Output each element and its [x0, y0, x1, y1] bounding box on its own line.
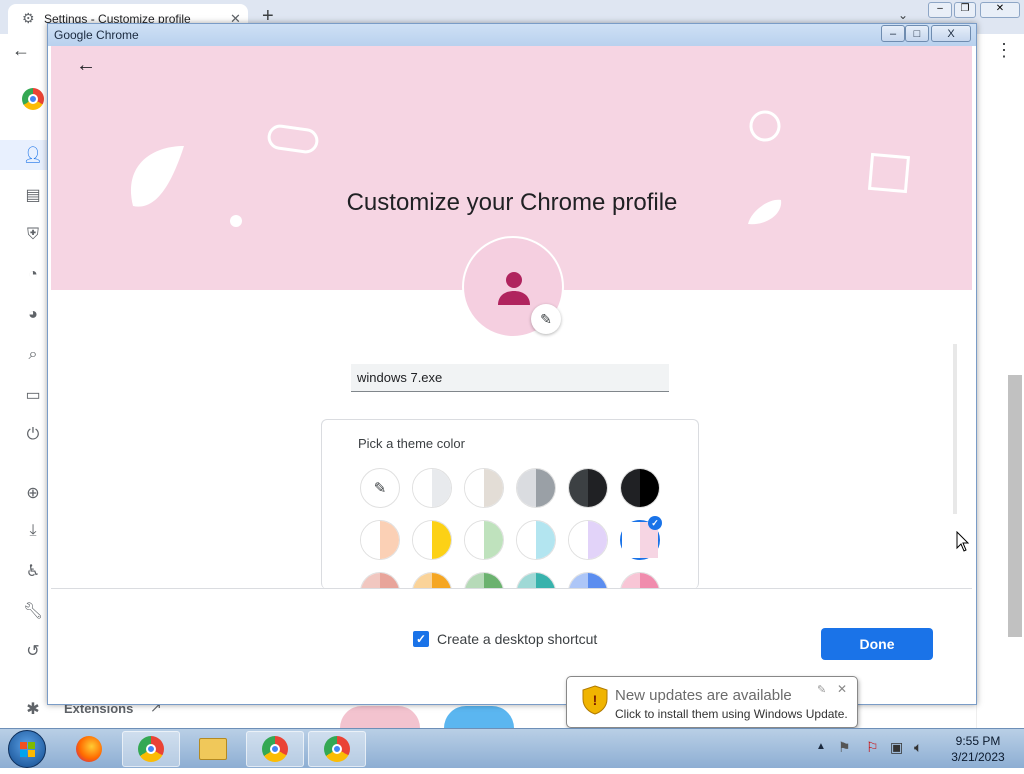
theme-color-swatch[interactable] [516, 468, 556, 508]
theme-color-swatch[interactable] [360, 572, 400, 589]
clock-date: 3/21/2023 [951, 750, 1005, 764]
extensions-puzzle-icon[interactable]: ✱ [22, 698, 44, 720]
shortcut-checkbox[interactable]: ✓ [413, 631, 429, 647]
download-icon[interactable]: ⤓ [22, 520, 44, 542]
custom-color-picker-swatch[interactable]: ✎ [360, 468, 400, 508]
background-avatar-fragment [340, 706, 420, 728]
chrome-icon [138, 736, 164, 762]
theme-color-swatch[interactable] [620, 468, 660, 508]
theme-color-swatch[interactable] [464, 572, 504, 589]
globe-icon[interactable]: ⊕ [22, 482, 44, 504]
shield-icon[interactable]: ⛨ [22, 224, 44, 246]
theme-color-swatch[interactable] [568, 520, 608, 560]
windows-taskbar: ▲ ⚑ ⚐ ▣ 🔈︎ 9:55 PM 3/21/2023 [0, 728, 1024, 768]
palette-icon[interactable]: ◕ [22, 304, 44, 326]
theme-color-picker: Pick a theme color ✎ ✓ [321, 419, 699, 589]
accessibility-icon[interactable]: ♿︎ [22, 560, 44, 582]
theme-color-swatch[interactable] [412, 572, 452, 589]
start-button[interactable] [8, 730, 46, 768]
eyedropper-icon: ✎ [373, 480, 387, 497]
desktop-shortcut-option[interactable]: ✓ Create a desktop shortcut [413, 631, 597, 647]
taskbar-firefox[interactable] [60, 731, 118, 767]
theme-color-label: Pick a theme color [358, 436, 465, 451]
svg-text:!: ! [593, 692, 598, 708]
dialog-maximize-button[interactable]: □ [905, 25, 929, 42]
settings-sidebar: 👤︎ ▤ ⛨ ◔ ◕ ⌕ ▭ ⏻ ⊕ ⤓ ♿︎ 🔧︎ ↺ ✱ [0, 70, 48, 730]
theme-color-swatch[interactable] [516, 520, 556, 560]
theme-color-swatch[interactable] [568, 572, 608, 589]
bg-close-button[interactable]: ✕ [980, 2, 1020, 18]
background-scrollbar[interactable] [1008, 375, 1022, 637]
theme-color-swatch[interactable] [412, 468, 452, 508]
done-button[interactable]: Done [821, 628, 933, 660]
page-title: Customize your Chrome profile [346, 189, 678, 216]
theme-color-swatch[interactable] [464, 520, 504, 560]
back-arrow-icon[interactable]: ← [76, 54, 96, 77]
options-wrench-icon[interactable]: ✎ [817, 683, 826, 696]
taskbar-chrome[interactable] [308, 731, 366, 767]
pencil-icon: ✎ [540, 310, 552, 327]
profile-name-input[interactable] [351, 364, 669, 392]
theme-color-swatch[interactable] [360, 520, 400, 560]
background-avatar-fragment [444, 706, 514, 728]
clipboard-icon[interactable]: ▤ [22, 184, 44, 206]
speedometer-icon[interactable]: ◔ [22, 264, 44, 286]
taskbar-file-explorer[interactable] [184, 731, 242, 767]
theme-color-swatch[interactable] [412, 520, 452, 560]
network-icon[interactable]: ▣ [890, 739, 903, 756]
windows-shield-icon: ! [582, 685, 608, 715]
chrome-icon [262, 736, 288, 762]
search-icon[interactable]: ⌕ [22, 344, 44, 366]
dialog-titlebar: Google Chrome – □ X [48, 24, 976, 46]
edit-avatar-button[interactable]: ✎ [531, 304, 561, 334]
browser-window-icon[interactable]: ▭ [22, 384, 44, 406]
theme-color-swatch[interactable]: ✓ [620, 516, 662, 560]
theme-color-swatch[interactable] [568, 468, 608, 508]
person-avatar-icon [498, 272, 530, 305]
theme-color-swatch[interactable] [516, 572, 556, 589]
folder-icon [199, 738, 227, 760]
dialog-scrollbar[interactable] [953, 344, 957, 514]
firefox-icon [76, 736, 102, 762]
wrench-icon[interactable]: 🔧︎ [22, 600, 44, 622]
close-notification-icon[interactable]: ✕ [837, 682, 847, 696]
selected-check-icon: ✓ [648, 516, 662, 530]
customize-profile-dialog: Google Chrome – □ X ← Customize your Chr… [47, 23, 977, 705]
notification-title: New updates are available [615, 687, 792, 704]
bg-minimize-button[interactable]: – [928, 2, 952, 18]
mouse-cursor-icon [956, 531, 970, 552]
clock-time: 9:55 PM [955, 734, 1001, 748]
windows-logo-icon [20, 742, 35, 757]
dialog-close-button[interactable]: X [931, 25, 971, 42]
windows-update-tray-icon[interactable]: ⚑ [838, 739, 851, 756]
person-icon[interactable]: 👤︎ [22, 144, 44, 166]
chrome-icon [324, 736, 350, 762]
history-icon[interactable]: ↺ [22, 640, 44, 662]
chrome-logo-icon [22, 88, 44, 110]
back-arrow-icon[interactable]: ← [12, 40, 30, 61]
checkmark-icon: ✓ [415, 632, 427, 646]
power-icon[interactable]: ⏻ [22, 424, 44, 446]
theme-color-swatch[interactable] [620, 572, 660, 589]
windows-update-notification[interactable]: ! New updates are available Click to ins… [566, 676, 858, 728]
settings-gear-icon: ⚙ [22, 10, 35, 26]
menu-kebab-icon[interactable]: ⋮ [995, 40, 1013, 61]
tab-search-icon[interactable]: ⌄ [898, 8, 908, 22]
clock[interactable]: 9:55 PM 3/21/2023 [938, 733, 1018, 765]
theme-color-swatch[interactable] [464, 468, 504, 508]
show-hidden-icons-arrow-icon[interactable]: ▲ [816, 741, 826, 752]
dialog-window-title: Google Chrome [54, 28, 139, 42]
dialog-minimize-button[interactable]: – [881, 25, 905, 42]
footer-divider [51, 588, 972, 589]
notification-body: Click to install them using Windows Upda… [615, 707, 848, 721]
volume-muted-icon[interactable]: 🔈︎ [914, 739, 922, 756]
bg-restore-button[interactable]: ❐ [954, 2, 976, 18]
action-center-flag-icon[interactable]: ⚐ [866, 739, 879, 756]
taskbar-chrome-profile-2[interactable] [246, 731, 304, 767]
taskbar-chrome-profile-1[interactable] [122, 731, 180, 767]
shortcut-label: Create a desktop shortcut [437, 631, 598, 647]
